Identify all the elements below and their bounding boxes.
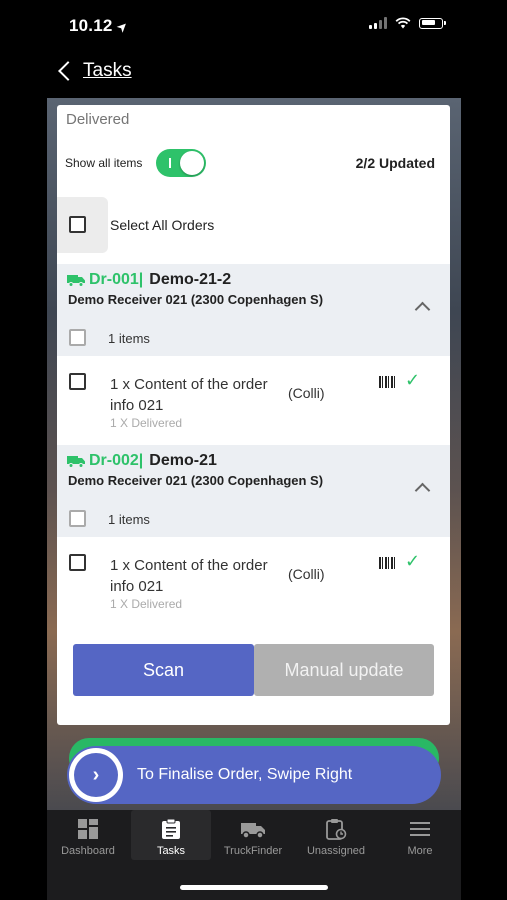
section-title: Delivered [66, 111, 130, 128]
status-icons [369, 17, 446, 29]
line-item-checkbox[interactable] [69, 373, 86, 390]
tab-dashboard[interactable]: Dashboard [48, 810, 128, 860]
time-text: 10.12 [69, 16, 113, 35]
manual-update-button[interactable]: Manual update [254, 644, 434, 696]
tab-label: Dashboard [61, 845, 115, 857]
checkmark-icon: ✓ [405, 551, 421, 571]
show-all-label: Show all items [65, 156, 143, 170]
clipboard-icon [162, 818, 180, 839]
tab-label: TruckFinder [223, 845, 283, 857]
swipe-label: To Finalise Order, Swipe Right [137, 766, 353, 783]
barcode-icon[interactable] [379, 376, 396, 388]
line-item-text: 1 x Content of the order info 021 [110, 376, 268, 414]
tab-label: Unassigned [306, 845, 366, 857]
tab-unassigned[interactable]: Unassigned [296, 810, 376, 860]
dashboard-icon [78, 819, 98, 839]
order-group-header: Dr-001| Demo-21-2 Demo Receiver 021 (230… [57, 264, 450, 356]
back-label: Tasks [83, 60, 132, 81]
cellular-signal-icon [369, 17, 387, 29]
tab-label: More [407, 845, 433, 857]
order-checkbox[interactable] [69, 329, 86, 346]
collapse-chevron-icon[interactable] [414, 482, 431, 499]
show-all-toggle[interactable] [156, 149, 206, 177]
order-id: Dr-001| [89, 271, 144, 288]
menu-icon [410, 822, 430, 836]
truck-icon [67, 274, 85, 287]
updated-count: 2/2 Updated [355, 155, 435, 171]
line-item-unit: (Colli) [288, 385, 325, 401]
line-item-checkbox[interactable] [69, 554, 86, 571]
order-title: Dr-001| Demo-21-2 [67, 271, 231, 289]
select-all-checkbox-area[interactable] [57, 197, 108, 253]
checkmark-icon: ✓ [405, 370, 421, 390]
tab-label: Tasks [156, 845, 186, 857]
finalise-swipe-slider[interactable]: › To Finalise Order, Swipe Right [67, 746, 441, 804]
order-receiver: Demo Receiver 021 (2300 Copenhagen S) [68, 292, 324, 307]
phone-screen: 10.12➤ Tasks Delivered Show all items 2/… [47, 0, 461, 900]
line-item-status: 1 X Delivered [110, 416, 183, 430]
tab-more[interactable]: More [380, 810, 460, 860]
nav-bar: Tasks [47, 50, 461, 98]
barcode-icon[interactable] [379, 557, 396, 569]
truck-icon [241, 823, 265, 839]
tab-truckfinder[interactable]: TruckFinder [213, 810, 293, 860]
order-name: Demo-21-2 [149, 271, 232, 288]
scan-button[interactable]: Scan [73, 644, 254, 696]
chevron-right-icon: › [74, 753, 118, 797]
status-bar: 10.12➤ [47, 0, 461, 50]
order-id: Dr-002| [89, 452, 144, 469]
line-item-text: 1 x Content of the order info 021 [110, 557, 268, 595]
items-count: 1 items [108, 331, 150, 346]
truck-icon [67, 455, 85, 468]
line-item-status: 1 X Delivered [110, 597, 183, 611]
collapse-chevron-icon[interactable] [414, 301, 431, 318]
select-all-label: Select All Orders [110, 217, 215, 233]
delivery-panel: Delivered Show all items 2/2 Updated Sel… [57, 105, 450, 725]
order-line-item: 1 x Content of the order info 021 (Colli… [57, 537, 450, 627]
battery-icon [419, 17, 446, 29]
select-all-checkbox[interactable] [69, 216, 86, 233]
clipboard-clock-icon [326, 819, 347, 840]
home-indicator[interactable] [180, 885, 328, 890]
order-receiver: Demo Receiver 021 (2300 Copenhagen S) [68, 473, 324, 488]
order-name: Demo-21 [149, 452, 217, 469]
items-count: 1 items [108, 512, 150, 527]
order-line-item: 1 x Content of the order info 021 (Colli… [57, 356, 450, 446]
chevron-left-icon [58, 61, 78, 81]
line-item-unit: (Colli) [288, 566, 325, 582]
status-time: 10.12➤ [69, 16, 131, 36]
tab-tasks[interactable]: Tasks [131, 810, 211, 860]
order-group-header: Dr-002| Demo-21 Demo Receiver 021 (2300 … [57, 445, 450, 537]
order-title: Dr-002| Demo-21 [67, 452, 217, 470]
swipe-handle[interactable]: › [69, 748, 123, 802]
order-checkbox[interactable] [69, 510, 86, 527]
wifi-icon [395, 17, 411, 29]
back-button[interactable]: Tasks [57, 60, 132, 82]
location-arrow-icon: ➤ [112, 17, 131, 36]
